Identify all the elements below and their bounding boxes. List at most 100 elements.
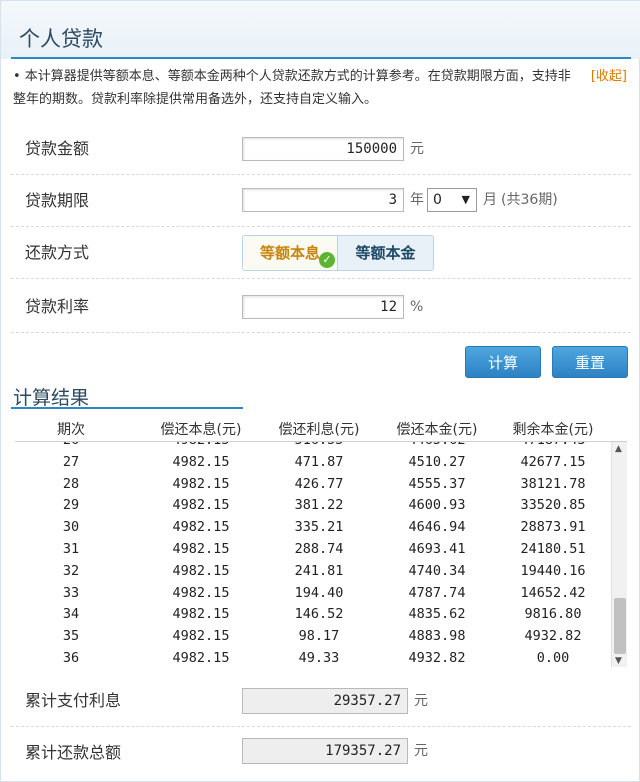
periods-note: (共36期) bbox=[501, 192, 558, 208]
table-row: 31 4982.15 288.74 4693.41 24180.51 bbox=[15, 539, 611, 561]
column-header: 偿还本金(元) bbox=[396, 422, 478, 438]
row-total-payment: 累计还款总额 179357.27 元 bbox=[11, 727, 631, 779]
table-cell: 24180.51 bbox=[520, 540, 586, 557]
table-cell: 381.22 bbox=[294, 497, 344, 514]
table-cell: 4982.15 bbox=[172, 453, 230, 470]
table-cell: 4646.94 bbox=[408, 519, 466, 536]
table-cell: 4932.82 bbox=[524, 628, 582, 645]
table-cell: 4465.62 bbox=[377, 442, 497, 452]
table-cell: 28 bbox=[62, 475, 80, 492]
row-interest-rate: 贷款利率 12 % bbox=[11, 281, 631, 333]
table-cell: 4787.74 bbox=[408, 584, 466, 601]
months-unit: 月 bbox=[483, 192, 497, 208]
table-row: 34 4982.15 146.52 4835.62 9816.80 bbox=[15, 604, 611, 626]
scroll-down-icon[interactable]: ▼ bbox=[615, 656, 622, 666]
years-unit: 年 bbox=[410, 192, 424, 208]
table-cell: 335.21 bbox=[294, 519, 344, 536]
column-header: 偿还利息(元) bbox=[278, 422, 360, 438]
results-table-body: 264982.15516.554465.6247187.43274982.154… bbox=[15, 442, 613, 667]
row-loan-term: 贷款期限 3 年 0 ▼ 月 (共36期) bbox=[11, 175, 631, 227]
table-cell: 98.17 bbox=[298, 628, 340, 645]
total-payment-value: 179357.27 bbox=[242, 738, 408, 764]
total-payment-label: 累计还款总额 bbox=[25, 743, 122, 762]
column-header: 剩余本金(元) bbox=[512, 422, 594, 438]
chevron-down-icon: ▼ bbox=[461, 193, 470, 206]
table-cell: 36 bbox=[62, 649, 80, 666]
table-cell: 9816.80 bbox=[524, 606, 582, 623]
repayment-method-toggle: 等额本息 ✓ 等额本金 bbox=[242, 235, 434, 271]
total-interest-unit: 元 bbox=[414, 693, 428, 709]
table-cell: 4982.15 bbox=[172, 519, 230, 536]
table-cell: 4982.15 bbox=[172, 628, 230, 645]
interest-rate-label: 贷款利率 bbox=[25, 297, 90, 316]
loan-amount-input[interactable]: 150000 bbox=[242, 137, 404, 161]
results-table[interactable]: 264982.15516.554465.6247187.43274982.154… bbox=[15, 441, 627, 667]
calculate-button[interactable]: 计算 bbox=[465, 346, 541, 378]
table-cell: 31 bbox=[62, 540, 80, 557]
scrollbar[interactable]: ▲ ▼ bbox=[611, 442, 627, 667]
table-cell: 4510.27 bbox=[408, 453, 466, 470]
table-cell: 47187.43 bbox=[493, 442, 613, 452]
total-interest-value: 29357.27 bbox=[242, 688, 408, 714]
row-repayment-method: 还款方式 等额本息 ✓ 等额本金 bbox=[11, 227, 631, 279]
table-cell: 4555.37 bbox=[408, 475, 466, 492]
total-interest-label: 累计支付利息 bbox=[25, 691, 122, 710]
results-title: 计算结果 bbox=[13, 387, 90, 409]
scrollbar-thumb[interactable] bbox=[614, 598, 626, 654]
table-cell: 30 bbox=[62, 519, 80, 536]
table-cell: 42677.15 bbox=[520, 453, 586, 470]
collapse-link[interactable]: [收起] bbox=[591, 65, 627, 88]
table-cell: 32 bbox=[62, 562, 80, 579]
months-select[interactable]: 0 ▼ bbox=[427, 188, 477, 212]
table-cell: 194.40 bbox=[294, 584, 344, 601]
table-cell: 4982.15 bbox=[141, 442, 261, 452]
table-row: 33 4982.15 194.40 4787.74 14652.42 bbox=[15, 583, 611, 605]
table-cell: 26 bbox=[41, 442, 101, 452]
scroll-up-icon[interactable]: ▲ bbox=[615, 444, 622, 454]
table-cell: 27 bbox=[62, 453, 80, 470]
results-underline bbox=[11, 407, 243, 409]
interest-rate-unit: % bbox=[410, 299, 424, 315]
option-equal-principal[interactable]: 等额本金 bbox=[338, 236, 433, 270]
table-cell: 146.52 bbox=[294, 606, 344, 623]
table-row: 30 4982.15 335.21 4646.94 28873.91 bbox=[15, 517, 611, 539]
interest-rate-input[interactable]: 12 bbox=[242, 295, 404, 319]
table-cell: 38121.78 bbox=[520, 475, 586, 492]
months-selected-value: 0 bbox=[433, 192, 442, 208]
table-cell: 4982.15 bbox=[172, 540, 230, 557]
table-cell: 29 bbox=[62, 497, 80, 514]
table-cell: 35 bbox=[62, 628, 80, 645]
column-header: 偿还本息(元) bbox=[160, 422, 242, 438]
table-row: 36 4982.15 49.33 4932.82 0.00 bbox=[15, 648, 611, 667]
intro-text: • 本计算器提供等额本息、等额本金两种个人贷款还款方式的计算参考。在贷款期限方面… bbox=[13, 69, 571, 107]
page-title: 个人贷款 bbox=[19, 27, 103, 51]
table-cell: 4932.82 bbox=[408, 649, 466, 666]
table-cell: 4982.15 bbox=[172, 562, 230, 579]
table-cell: 34 bbox=[62, 606, 80, 623]
option-equal-principal-label: 等额本金 bbox=[355, 244, 416, 262]
row-loan-amount: 贷款金额 150000 元 bbox=[11, 123, 631, 175]
loan-term-label: 贷款期限 bbox=[25, 191, 90, 210]
option-equal-installment-label: 等额本息 bbox=[259, 244, 320, 262]
table-cell: 4982.15 bbox=[172, 475, 230, 492]
loan-calculator-panel: 个人贷款 • 本计算器提供等额本息、等额本金两种个人贷款还款方式的计算参考。在贷… bbox=[0, 0, 640, 782]
loan-amount-unit: 元 bbox=[410, 141, 424, 157]
table-cell: 33 bbox=[62, 584, 80, 601]
table-cell: 4982.15 bbox=[172, 497, 230, 514]
table-cell: 4835.62 bbox=[408, 606, 466, 623]
column-header: 期次 bbox=[57, 422, 85, 438]
reset-button[interactable]: 重置 bbox=[552, 346, 628, 378]
loan-term-years-input[interactable]: 3 bbox=[242, 188, 404, 212]
table-cell: 4740.34 bbox=[408, 562, 466, 579]
table-cell: 4693.41 bbox=[408, 540, 466, 557]
table-cell: 4982.15 bbox=[172, 606, 230, 623]
table-row: 35 4982.15 98.17 4883.98 4932.82 bbox=[15, 626, 611, 648]
total-payment-unit: 元 bbox=[414, 743, 428, 759]
table-cell: 241.81 bbox=[294, 562, 344, 579]
table-cell: 0.00 bbox=[536, 649, 570, 666]
table-cell: 471.87 bbox=[294, 453, 344, 470]
checkmark-icon: ✓ bbox=[319, 252, 335, 268]
option-equal-installment[interactable]: 等额本息 ✓ bbox=[243, 236, 338, 270]
table-cell: 14652.42 bbox=[520, 584, 586, 601]
table-cell: 49.33 bbox=[298, 649, 340, 666]
